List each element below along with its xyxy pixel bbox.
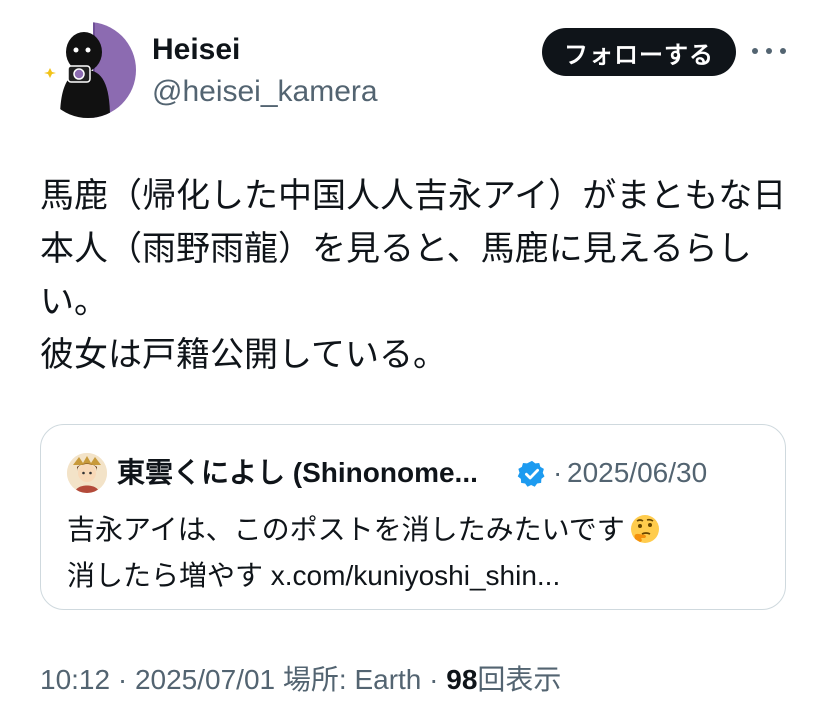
- tweet-header: Heisei @heisei_kamera フォローする: [0, 0, 828, 130]
- quote-date[interactable]: 2025/06/30: [567, 455, 707, 491]
- meta-separator: ·: [117, 664, 128, 695]
- avatar-image: [40, 22, 136, 118]
- thinking-face-icon: [630, 515, 659, 543]
- user-name[interactable]: Heisei: [152, 32, 240, 68]
- quote-text-line1: 吉永アイは、このポストを消したみたいです: [67, 514, 625, 545]
- more-horizontal-icon[interactable]: [752, 38, 786, 64]
- verified-badge-icon: [517, 459, 547, 489]
- quote-author-name: 東雲くによし (Shinonome...: [117, 457, 478, 488]
- tweet-time[interactable]: 10:12: [40, 664, 110, 695]
- user-handle[interactable]: @heisei_kamera: [152, 74, 378, 110]
- views-label: 回表示: [477, 664, 562, 695]
- avatar[interactable]: [40, 22, 136, 118]
- quote-text-line2: 消したら増やす x.com/kuniyoshi_shin...: [67, 560, 561, 591]
- tweet-meta: 10:12 · 2025/07/01 場所: Earth · 98回表示: [40, 662, 561, 698]
- quote-avatar-image: [67, 453, 107, 493]
- tweet-location: 場所: Earth: [282, 664, 422, 695]
- quote-avatar: [67, 453, 107, 493]
- quote-separator: ·: [553, 457, 563, 488]
- more-dot: [766, 48, 772, 54]
- quote-text: 吉永アイは、このポストを消したみたいです 消したら増やす x.com/kuniy…: [67, 507, 767, 599]
- tweet-text: 馬鹿（帰化した中国人人吉永アイ）がまともな日本人（雨野雨龍）を見ると、馬鹿に見え…: [40, 177, 787, 374]
- more-dot: [752, 48, 758, 54]
- follow-button[interactable]: フォローする: [542, 28, 736, 76]
- views-count: 98: [446, 664, 478, 695]
- tweet-date[interactable]: 2025/07/01: [135, 664, 275, 695]
- more-dot: [780, 48, 786, 54]
- quote-tweet-card[interactable]: 東雲くによし (Shinonome... · 2025/06/30 吉永アイは、…: [40, 424, 786, 610]
- meta-separator: ·: [429, 664, 439, 695]
